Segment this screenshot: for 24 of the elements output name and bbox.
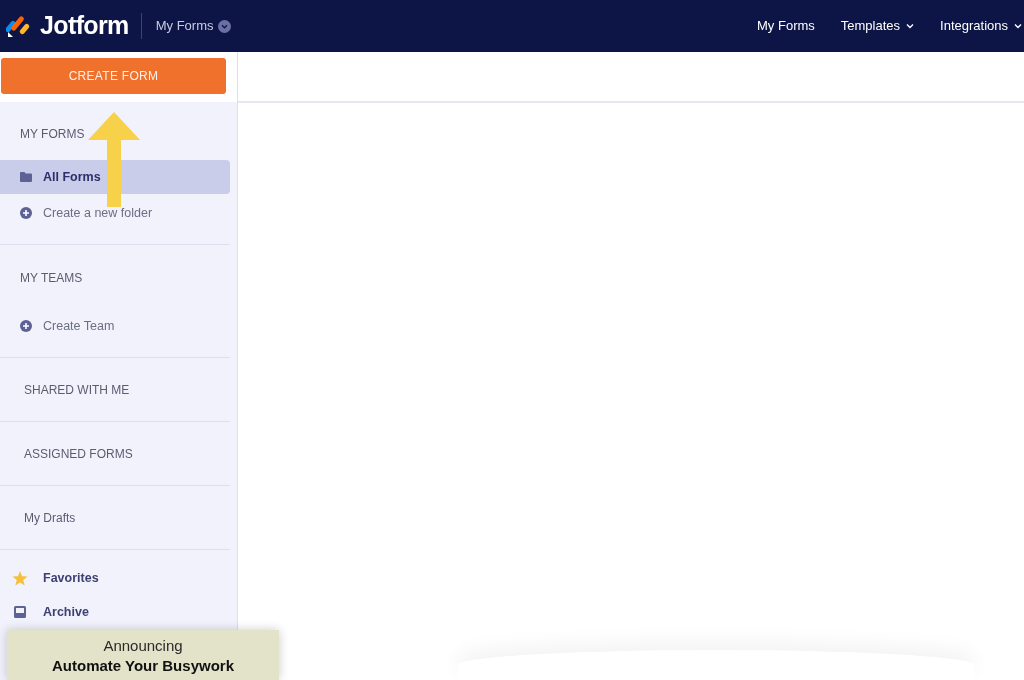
sidebar-item[interactable]: All Forms: [0, 160, 230, 194]
sidebar-item[interactable]: Create Team: [0, 309, 230, 343]
section-heading: My Drafts: [24, 509, 76, 527]
plus-circle-icon: [20, 207, 32, 219]
folder-icon: [20, 172, 32, 182]
star-icon: [11, 570, 28, 586]
logo-text: Jotform: [40, 10, 129, 42]
chevron-down-icon: [1014, 23, 1022, 29]
chevron-down-icon: [906, 23, 915, 29]
logo-icon: [6, 13, 32, 39]
nav-link[interactable]: Integrations: [940, 16, 1022, 36]
section-heading: ASSIGNED FORMS: [24, 445, 133, 463]
breadcrumb-dropdown[interactable]: My Forms: [155, 16, 232, 36]
nav-link[interactable]: My Forms: [757, 16, 815, 36]
sidebar-link[interactable]: Favorites: [0, 562, 237, 594]
announcement-headline: Automate Your Busywork: [52, 656, 234, 676]
section-heading: SHARED WITH ME: [24, 381, 130, 399]
section-heading: MY FORMS: [20, 126, 85, 143]
section-heading: MY TEAMS: [20, 269, 83, 287]
announcement-title: Announcing: [103, 636, 183, 656]
sidebar-link[interactable]: Archive: [0, 596, 237, 628]
inbox-icon: [13, 606, 26, 618]
nav-link[interactable]: Templates: [840, 16, 915, 36]
plus-circle-icon: [20, 320, 32, 332]
